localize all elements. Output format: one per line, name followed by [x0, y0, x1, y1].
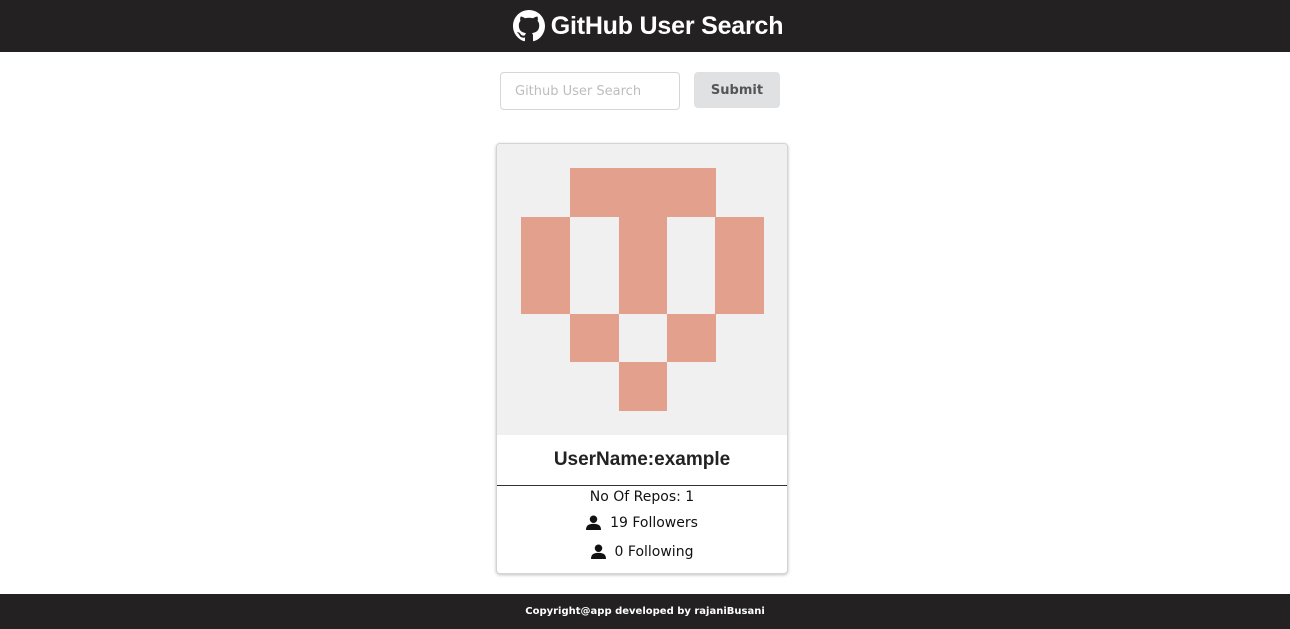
repos-text: No Of Repos: 1	[589, 489, 695, 505]
identicon-avatar	[521, 168, 764, 411]
user-icon	[590, 544, 606, 559]
repos-count: No Of Repos: 1	[497, 486, 787, 508]
github-icon	[512, 10, 545, 42]
user-avatar	[497, 144, 787, 435]
search-input[interactable]	[500, 72, 680, 110]
submit-button[interactable]: Submit	[694, 72, 780, 108]
user-stats: No Of Repos: 1 19 Followers 0 Following	[497, 486, 787, 566]
copyright-text: Copyright@app developed by rajaniBusani	[525, 606, 765, 617]
app-footer: Copyright@app developed by rajaniBusani	[0, 594, 1290, 629]
user-icon	[586, 515, 602, 530]
user-card: UserName:example No Of Repos: 1 19 Follo…	[496, 143, 788, 574]
following-count: 0 Following	[497, 537, 787, 566]
followers-count: 19 Followers	[497, 508, 787, 537]
followers-text: 19 Followers	[610, 514, 698, 531]
app-header: GitHub User Search	[0, 0, 1290, 52]
app-title: GitHub User Search	[550, 11, 784, 40]
brand: GitHub User Search	[512, 10, 784, 42]
following-text: 0 Following	[614, 543, 694, 560]
username-heading: UserName:example	[497, 435, 787, 486]
